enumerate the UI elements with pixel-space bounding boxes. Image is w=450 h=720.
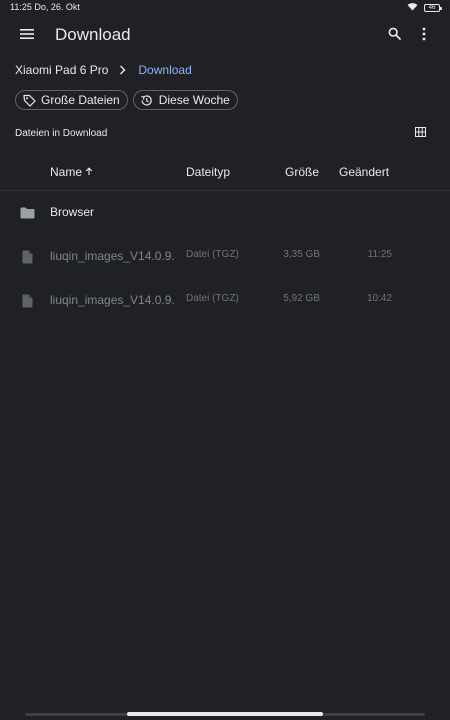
menu-button[interactable]	[17, 26, 37, 46]
table-row[interactable]: liuqin_images_V14.0.9. Datei (TGZ) 5,92 …	[0, 279, 450, 323]
row-type: Datei (TGZ)	[186, 249, 239, 260]
battery-level: 46	[428, 4, 436, 11]
grid-view-icon	[414, 124, 426, 142]
filter-chips: Große Dateien Diese Woche	[15, 90, 238, 110]
table-row[interactable]: Browser	[0, 191, 450, 235]
row-name: liuqin_images_V14.0.9.	[50, 293, 175, 307]
chevron-right-icon	[113, 63, 131, 77]
tag-icon	[22, 93, 36, 107]
app-bar: Download	[0, 18, 450, 54]
status-icons: 46	[407, 2, 442, 13]
table-row[interactable]: liuqin_images_V14.0.9. Datei (TGZ) 3,35 …	[0, 235, 450, 279]
status-time-date: 11:25 Do, 26. Okt	[10, 2, 80, 12]
folder-icon	[19, 205, 35, 221]
search-icon	[388, 27, 401, 45]
status-bar: 11:25 Do, 26. Okt 46	[0, 0, 450, 14]
more-options-button[interactable]	[414, 26, 434, 46]
breadcrumb: Xiaomi Pad 6 Pro Download	[15, 62, 192, 78]
chip-large-files[interactable]: Große Dateien	[15, 90, 128, 110]
wifi-icon	[407, 2, 418, 13]
row-size: 5,92 GB	[283, 293, 320, 304]
file-icon	[19, 249, 35, 265]
row-size: 3,35 GB	[283, 249, 320, 260]
breadcrumb-item-device[interactable]: Xiaomi Pad 6 Pro	[15, 63, 108, 77]
row-name: Browser	[50, 205, 95, 219]
chip-this-week[interactable]: Diese Woche	[132, 90, 238, 110]
column-header-name-label: Name	[50, 165, 83, 179]
grid-view-toggle-button[interactable]	[413, 126, 427, 140]
chip-large-files-label: Große Dateien	[41, 93, 120, 107]
file-icon	[19, 293, 35, 309]
column-header-size[interactable]: Größe	[285, 165, 319, 179]
search-button[interactable]	[384, 26, 404, 46]
page-title: Download	[55, 25, 131, 44]
breadcrumb-item-current[interactable]: Download	[138, 63, 191, 77]
column-header-modified[interactable]: Geändert	[339, 165, 389, 179]
menu-icon	[20, 27, 34, 45]
row-name: liuqin_images_V14.0.9.	[50, 249, 175, 263]
column-header-name[interactable]: Name	[50, 165, 93, 179]
column-header-type[interactable]: Dateityp	[186, 165, 230, 179]
chip-this-week-label: Diese Woche	[158, 93, 230, 107]
section-title: Dateien in Download	[15, 128, 108, 139]
history-icon	[140, 93, 154, 107]
battery-icon: 46	[424, 3, 442, 12]
arrow-up-icon	[85, 165, 93, 179]
row-modified: 11:25	[367, 249, 392, 260]
file-manager-screen: 11:25 Do, 26. Okt 46 Download Xiaomi Pad…	[0, 0, 450, 720]
more-vert-icon	[422, 27, 426, 46]
row-modified: 10:42	[366, 293, 392, 304]
row-type: Datei (TGZ)	[186, 293, 239, 304]
gesture-navigation-bar[interactable]	[127, 712, 323, 716]
table-header: Name Dateityp Größe Geändert	[0, 160, 450, 188]
